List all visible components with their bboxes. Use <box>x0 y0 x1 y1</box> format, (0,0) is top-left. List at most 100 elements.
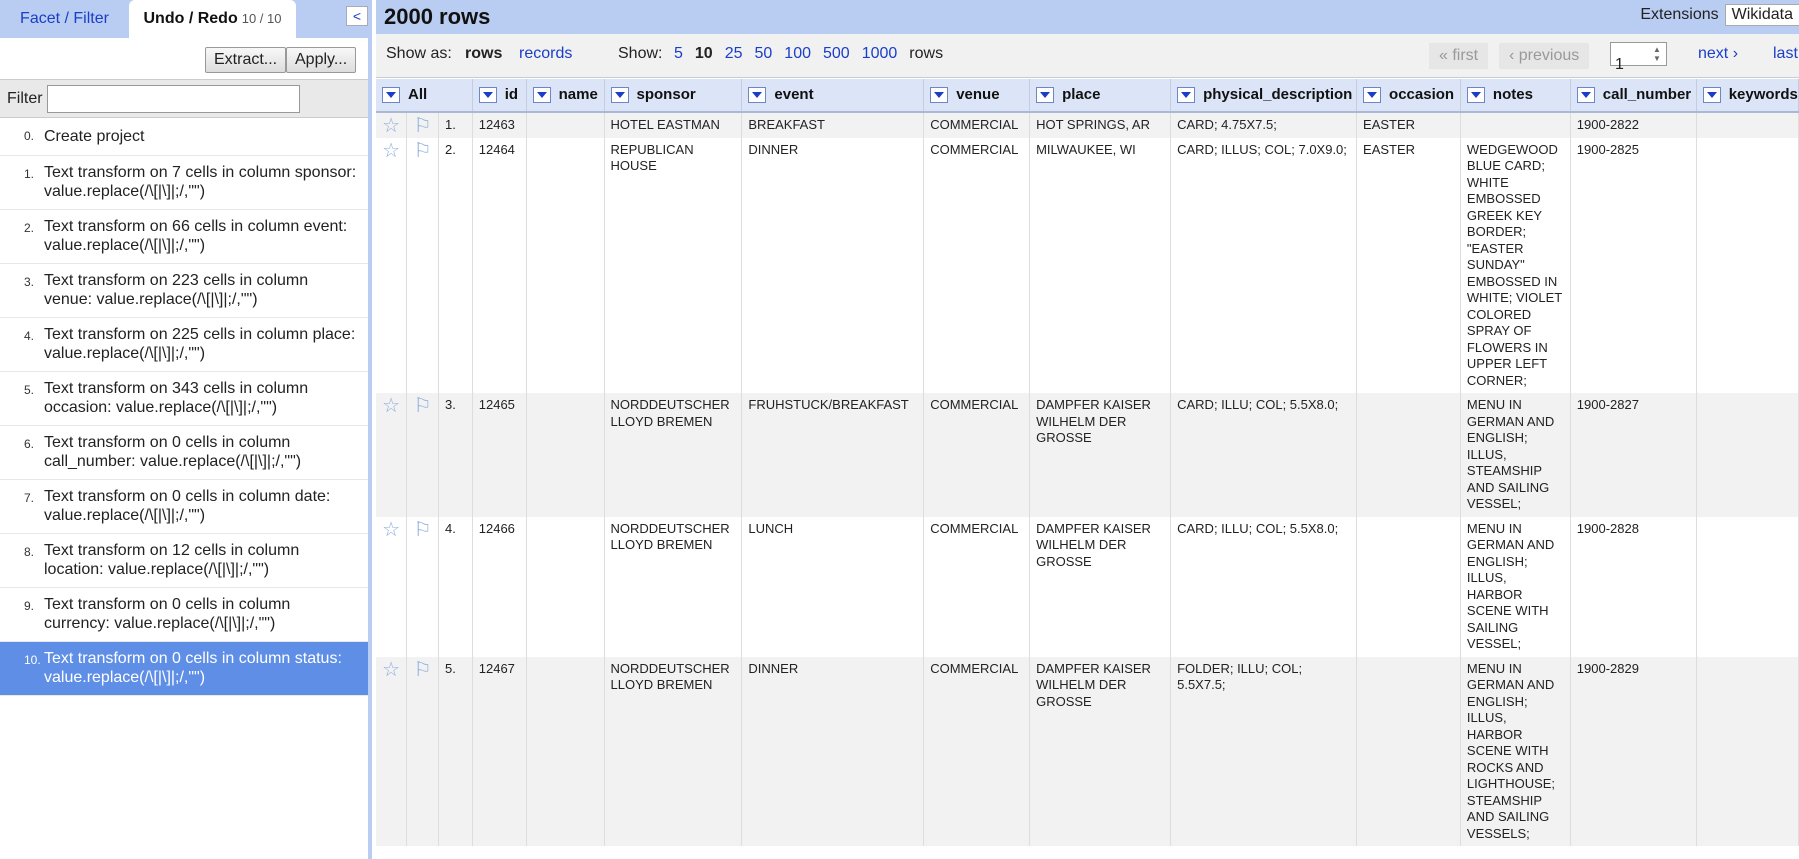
cell-venue[interactable]: COMMERCIAL <box>923 393 1031 517</box>
tab-facet-filter[interactable]: Facet / Filter <box>0 0 129 38</box>
cell-occasion[interactable]: EASTER <box>1356 112 1461 138</box>
history-item[interactable]: 1. Text transform on 7 cells in column sp… <box>0 156 368 210</box>
flag-icon[interactable]: ⚐ <box>406 516 439 657</box>
cell-id[interactable]: 12464 <box>472 137 527 393</box>
cell-physical-description[interactable]: CARD; 4.75X7.5; <box>1170 112 1358 138</box>
column-menu-dropdown-icon[interactable] <box>478 86 497 103</box>
history-item[interactable]: 3. Text transform on 223 cells in column … <box>0 264 368 318</box>
cell-notes[interactable]: MENU IN GERMAN AND ENGLISH; ILLUS, HARBO… <box>1460 656 1571 846</box>
column-header-name[interactable]: name <box>526 79 605 113</box>
cell-place[interactable]: DAMPFER KAISER WILHELM DER GROSSE <box>1029 656 1172 846</box>
apply-button[interactable]: Apply... <box>286 47 357 73</box>
cell-keywords[interactable] <box>1696 656 1799 846</box>
cell-place[interactable]: DAMPFER KAISER WILHELM DER GROSSE <box>1029 393 1172 517</box>
cell-event[interactable]: DINNER <box>741 137 925 393</box>
wikidata-button[interactable]: Wikidata <box>1724 4 1799 26</box>
cell-keywords[interactable] <box>1696 516 1799 657</box>
star-icon[interactable]: ☆ <box>376 393 408 517</box>
cell-id[interactable]: 12467 <box>472 656 527 846</box>
cell-call-number[interactable]: 1900-2822 <box>1570 112 1697 138</box>
cell-keywords[interactable] <box>1696 112 1799 138</box>
cell-sponsor[interactable]: HOTEL EASTMAN <box>604 112 743 138</box>
cell-name[interactable] <box>526 516 605 657</box>
cell-name[interactable] <box>526 656 605 846</box>
star-icon[interactable]: ☆ <box>376 656 408 846</box>
column-header-all[interactable]: All <box>376 79 473 113</box>
flag-icon[interactable]: ⚐ <box>406 656 439 846</box>
collapse-panel-button[interactable]: < <box>346 6 368 26</box>
cell-name[interactable] <box>526 112 605 138</box>
cell-sponsor[interactable]: NORDDEUTSCHER LLOYD BREMEN <box>604 516 743 657</box>
cell-physical-description[interactable]: CARD; ILLU; COL; 5.5X8.0; <box>1170 516 1358 657</box>
cell-id[interactable]: 12463 <box>472 112 527 138</box>
cell-keywords[interactable] <box>1696 393 1799 517</box>
column-menu-dropdown-icon[interactable] <box>748 86 767 103</box>
next-page-button[interactable]: next › <box>1698 45 1738 63</box>
show-as-rows[interactable]: rows <box>465 45 502 63</box>
filter-input[interactable] <box>47 85 300 113</box>
history-item[interactable]: 6. Text transform on 0 cells in column ca… <box>0 426 368 480</box>
cell-name[interactable] <box>526 393 605 517</box>
cell-notes[interactable] <box>1460 112 1571 138</box>
cell-event[interactable]: FRUHSTUCK/BREAKFAST <box>741 393 925 517</box>
show-as-records[interactable]: records <box>519 45 572 63</box>
cell-id[interactable]: 12466 <box>472 516 527 657</box>
cell-physical-description[interactable]: CARD; ILLUS; COL; 7.0X9.0; <box>1170 137 1358 393</box>
history-item[interactable]: 2. Text transform on 66 cells in column e… <box>0 210 368 264</box>
cell-event[interactable]: DINNER <box>741 656 925 846</box>
column-header-call-number[interactable]: call_number <box>1570 79 1697 113</box>
extract-button[interactable]: Extract... <box>205 47 287 73</box>
history-item[interactable]: 5. Text transform on 343 cells in column … <box>0 372 368 426</box>
cell-venue[interactable]: COMMERCIAL <box>923 516 1031 657</box>
column-header-notes[interactable]: notes <box>1460 79 1571 113</box>
cell-notes[interactable]: MENU IN GERMAN AND ENGLISH; ILLUS, STEAM… <box>1460 393 1571 517</box>
star-icon[interactable]: ☆ <box>376 112 408 138</box>
history-item[interactable]: 9. Text transform on 0 cells in column cu… <box>0 588 368 642</box>
cell-occasion[interactable]: EASTER <box>1356 137 1461 393</box>
column-header-physical-description[interactable]: physical_description <box>1170 79 1358 113</box>
cell-venue[interactable]: COMMERCIAL <box>923 137 1031 393</box>
cell-sponsor[interactable]: REPUBLICAN HOUSE <box>604 137 743 393</box>
column-header-id[interactable]: id <box>472 79 527 113</box>
page-size-option[interactable]: 50 <box>755 45 773 62</box>
column-menu-dropdown-icon[interactable] <box>532 86 551 103</box>
column-header-occasion[interactable]: occasion <box>1356 79 1461 113</box>
cell-id[interactable]: 12465 <box>472 393 527 517</box>
cell-notes[interactable]: WEDGEWOOD BLUE CARD; WHITE EMBOSSED GREE… <box>1460 137 1571 393</box>
cell-venue[interactable]: COMMERCIAL <box>923 112 1031 138</box>
cell-venue[interactable]: COMMERCIAL <box>923 656 1031 846</box>
page-number-input[interactable]: 1 ▲ ▼ <box>1610 42 1667 73</box>
cell-occasion[interactable] <box>1356 516 1461 657</box>
flag-icon[interactable]: ⚐ <box>406 137 439 393</box>
history-item[interactable]: 0. Create project <box>0 118 368 156</box>
flag-icon[interactable]: ⚐ <box>406 112 439 138</box>
column-menu-dropdown-icon[interactable] <box>1576 86 1595 103</box>
spinner-icon[interactable]: ▲ ▼ <box>1650 45 1664 63</box>
cell-call-number[interactable]: 1900-2827 <box>1570 393 1697 517</box>
star-icon[interactable]: ☆ <box>376 516 408 657</box>
column-menu-dropdown-icon[interactable] <box>1363 86 1382 103</box>
page-size-option[interactable]: 1000 <box>862 45 898 62</box>
cell-notes[interactable]: MENU IN GERMAN AND ENGLISH; ILLUS, HARBO… <box>1460 516 1571 657</box>
cell-event[interactable]: LUNCH <box>741 516 925 657</box>
cell-place[interactable]: HOT SPRINGS, AR <box>1029 112 1172 138</box>
previous-page-button[interactable]: ‹ previous <box>1499 43 1590 69</box>
column-header-sponsor[interactable]: sponsor <box>604 79 743 113</box>
flag-icon[interactable]: ⚐ <box>406 393 439 517</box>
page-size-option[interactable]: 500 <box>823 45 850 62</box>
cell-name[interactable] <box>526 137 605 393</box>
cell-keywords[interactable] <box>1696 137 1799 393</box>
column-header-event[interactable]: event <box>741 79 925 113</box>
history-item[interactable]: 8. Text transform on 12 cells in column l… <box>0 534 368 588</box>
tab-undo-redo[interactable]: Undo / Redo 10 / 10 <box>129 0 296 38</box>
page-size-option[interactable]: 100 <box>784 45 811 62</box>
cell-place[interactable]: MILWAUKEE, WI <box>1029 137 1172 393</box>
column-menu-dropdown-icon[interactable] <box>1177 86 1196 103</box>
cell-physical-description[interactable]: CARD; ILLU; COL; 5.5X8.0; <box>1170 393 1358 517</box>
first-page-button[interactable]: « first <box>1429 43 1489 69</box>
cell-call-number[interactable]: 1900-2825 <box>1570 137 1697 393</box>
cell-call-number[interactable]: 1900-2828 <box>1570 516 1697 657</box>
column-header-place[interactable]: place <box>1029 79 1172 113</box>
cell-sponsor[interactable]: NORDDEUTSCHER LLOYD BREMEN <box>604 393 743 517</box>
cell-occasion[interactable] <box>1356 393 1461 517</box>
